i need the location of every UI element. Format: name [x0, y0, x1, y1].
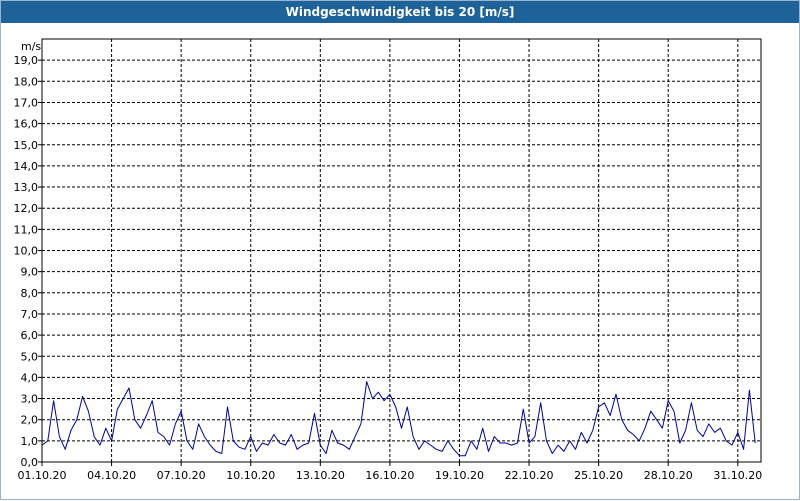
y-tick-label: 11,0	[14, 223, 39, 236]
y-tick-label: 6,0	[21, 329, 39, 342]
x-tick-label: 10.10.20	[226, 469, 275, 482]
y-tick-label: 5,0	[21, 350, 39, 363]
y-tick-label: 16,0	[14, 118, 39, 131]
y-tick-label: 7,0	[21, 308, 39, 321]
wind-speed-chart: m/s 0,0 1,0 2,0 3,0 4,0 5,0 6,0 7,0 8,0 9,0 10,0 11…	[14, 38, 762, 482]
x-tick-label: 07.10.20	[157, 469, 206, 482]
y-tick-label: 12,0	[14, 202, 39, 215]
y-tick-label: 4,0	[21, 371, 39, 384]
x-tick-label: 13.10.20	[296, 469, 345, 482]
chart-title: Windgeschwindigkeit bis 20 [m/s]	[285, 5, 515, 19]
x-tick-label: 19.10.20	[435, 469, 484, 482]
y-tick-label: 15,0	[14, 139, 39, 152]
x-tick-label: 01.10.20	[18, 469, 67, 482]
x-tick-label: 04.10.20	[87, 469, 136, 482]
y-tick-label: 10,0	[14, 245, 39, 258]
y-tick-label: 0,0	[21, 456, 39, 469]
y-tick-label: 1,0	[21, 435, 39, 448]
x-tick-label: 25.10.20	[574, 469, 623, 482]
y-tick-label: 14,0	[14, 160, 39, 173]
y-tick-label: 8,0	[21, 287, 39, 300]
x-tick-label: 31.10.20	[713, 469, 762, 482]
y-axis-unit-label: m/s	[21, 40, 41, 53]
chart-title-bar: Windgeschwindigkeit bis 20 [m/s]	[1, 1, 799, 23]
y-tick-label: 2,0	[21, 414, 39, 427]
y-tick-label: 19,0	[14, 54, 39, 67]
x-tick-label: 28.10.20	[644, 469, 693, 482]
y-tick-label: 18,0	[14, 75, 39, 88]
chart-window: Windgeschwindigkeit bis 20 [m/s] m/s 0,0…	[0, 0, 800, 500]
y-tick-label: 17,0	[14, 96, 39, 109]
wind-speed-series-line	[41, 381, 756, 457]
y-tick-label: 13,0	[14, 181, 39, 194]
y-tick-label: 9,0	[21, 266, 39, 279]
x-tick-label: 16.10.20	[365, 469, 414, 482]
y-tick-label: 3,0	[21, 393, 39, 406]
x-tick-label: 22.10.20	[505, 469, 554, 482]
